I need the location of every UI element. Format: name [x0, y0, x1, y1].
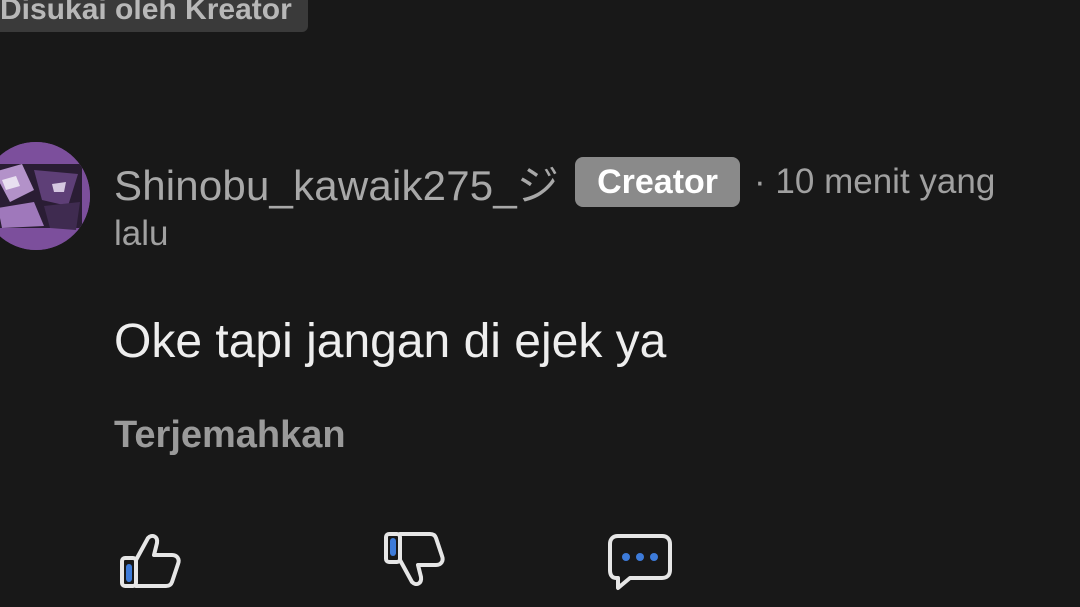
comment-header: Shinobu_kawaik275_ジ Creator · 10 menit y… — [114, 152, 1074, 212]
dislike-button[interactable] — [378, 526, 450, 598]
like-button[interactable] — [114, 526, 186, 598]
thumbs-down-icon — [384, 532, 445, 587]
creator-badge: Creator — [575, 157, 741, 207]
thumbs-up-icon — [120, 533, 181, 588]
reply-button[interactable] — [604, 526, 676, 598]
comment-screen: Disukai oleh Kreator Shinobu_kawaik275_ジ… — [0, 0, 1080, 607]
avatar-image — [0, 142, 90, 250]
comment-time: · 10 menit yang — [754, 162, 996, 201]
comment-bubble-icon — [608, 534, 672, 590]
username[interactable]: Shinobu_kawaik275_ジ — [114, 152, 559, 213]
liked-by-creator-chip: Disukai oleh Kreator — [0, 0, 308, 32]
avatar[interactable] — [0, 142, 90, 250]
translate-button[interactable]: Terjemahkan — [114, 414, 346, 457]
comment-time-continuation: lalu — [114, 214, 169, 253]
comment-text: Oke tapi jangan di ejek ya — [114, 315, 667, 368]
